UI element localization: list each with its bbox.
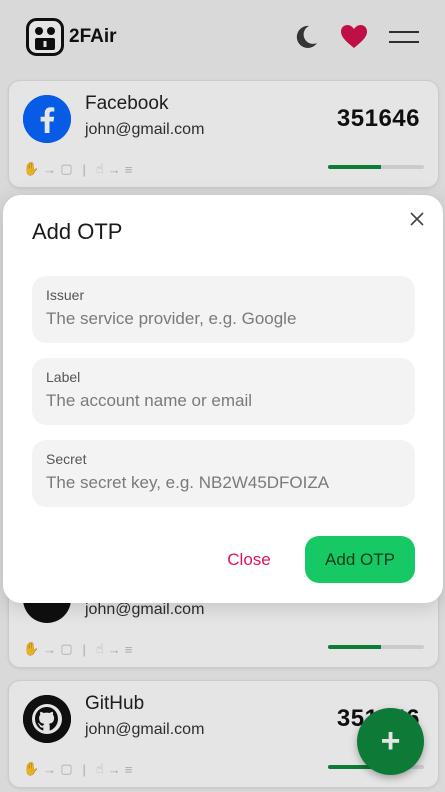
issuer-field-label: Issuer [46,287,85,303]
secret-field[interactable]: Secret [32,440,415,507]
label-field-label: Label [46,369,81,385]
label-input[interactable] [46,391,401,411]
label-field[interactable]: Label [32,358,415,425]
close-icon[interactable] [407,209,427,229]
close-button[interactable]: Close [211,538,287,582]
issuer-input[interactable] [46,309,401,329]
issuer-field[interactable]: Issuer [32,276,415,343]
add-otp-button[interactable]: Add OTP [305,536,415,583]
add-otp-dialog: Add OTP Issuer Label Secret Close Add OT… [3,195,443,603]
dialog-title: Add OTP [32,219,123,244]
secret-input[interactable] [46,473,401,493]
secret-field-label: Secret [46,451,87,467]
